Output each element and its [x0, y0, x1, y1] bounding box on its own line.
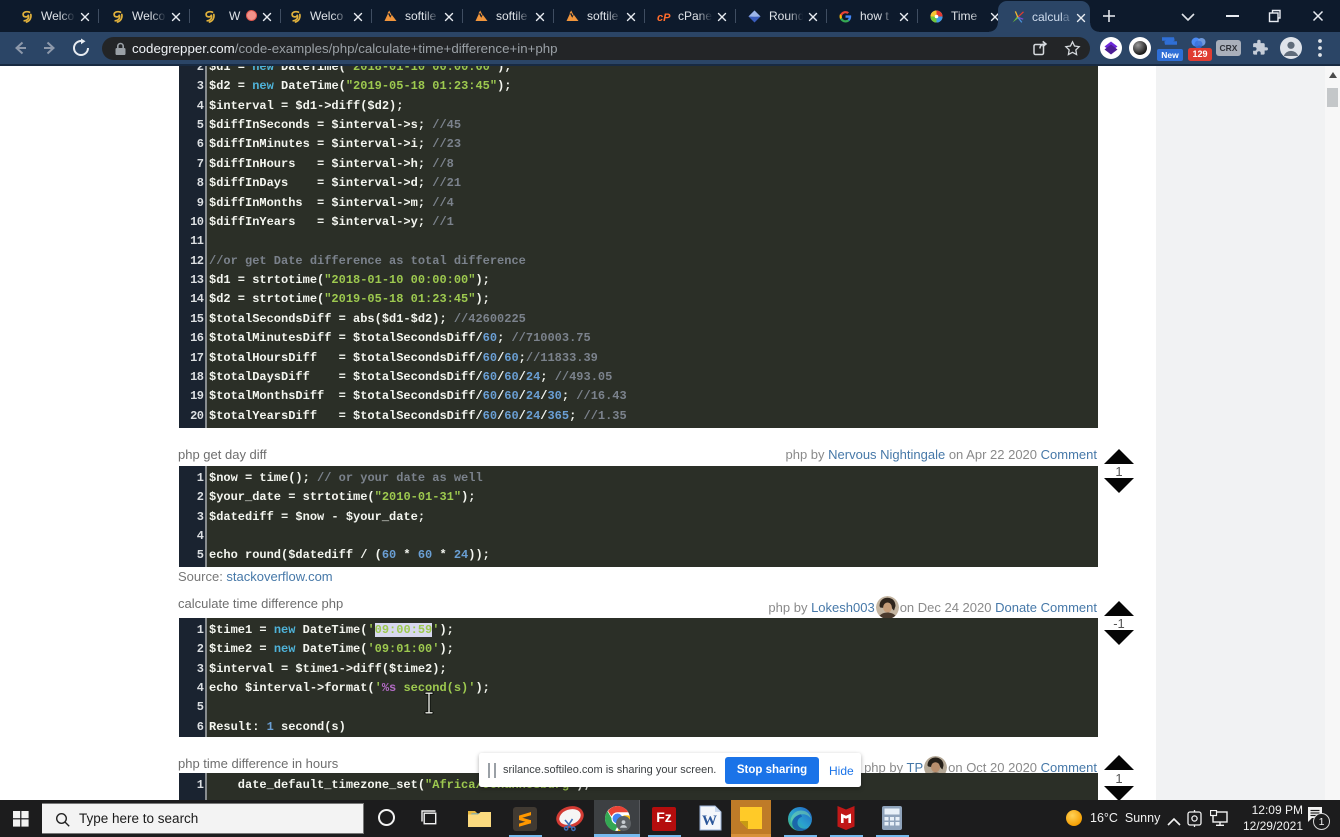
svg-text:W: W [702, 813, 717, 829]
